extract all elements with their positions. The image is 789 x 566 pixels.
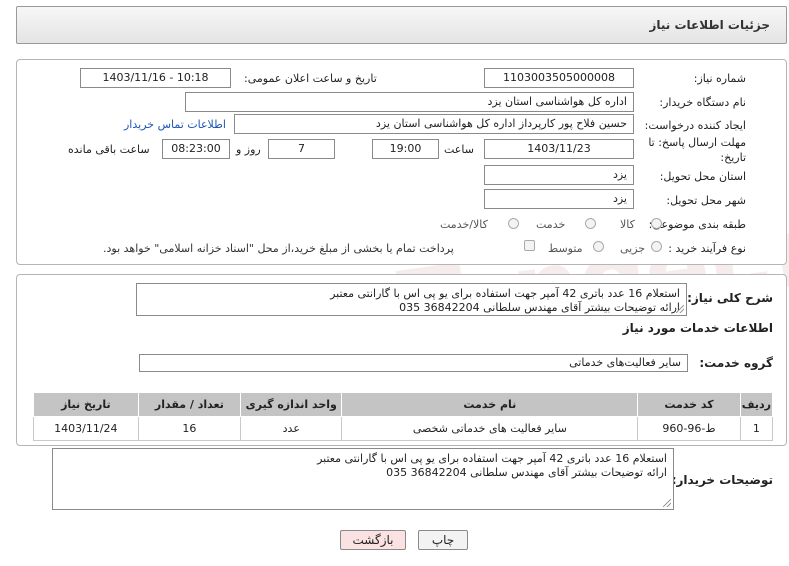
col-unit: واحد اندازه گیری — [240, 392, 343, 417]
treasury-payment-checkbox[interactable] — [524, 240, 535, 251]
print-button[interactable]: چاپ — [418, 530, 468, 550]
service-group-field: سایر فعالیت‌های خدماتی — [139, 354, 688, 372]
delivery-province-field: یزد — [484, 165, 634, 185]
cell-unit: عدد — [240, 416, 343, 441]
cell-name: سایر فعالیت های خدماتی شخصی — [341, 416, 639, 441]
buyer-notes-label: توضیحات خریدار: — [671, 473, 773, 487]
category-goods-service-label: کالا/خدمت — [440, 218, 488, 231]
col-name: نام خدمت — [341, 392, 639, 417]
deadline-time-label: ساعت — [444, 143, 474, 156]
announce-datetime-field: 1403/11/16 - 10:18 — [80, 68, 231, 88]
cell-index: 1 — [739, 416, 774, 441]
buyer-contact-link[interactable]: اطلاعات تماس خریدار — [124, 118, 226, 131]
category-goods-service-radio[interactable] — [508, 218, 519, 229]
remaining-time-label: ساعت باقی مانده — [68, 143, 150, 156]
deadline-date-field: 1403/11/23 — [484, 139, 634, 159]
category-goods-radio[interactable] — [651, 218, 662, 229]
services-table: ردیف کد خدمت نام خدمت واحد اندازه گیری ت… — [33, 392, 774, 441]
buyer-org-field: اداره کل هواشناسی استان یزد — [185, 92, 634, 112]
delivery-city-label: شهر محل تحویل: — [666, 194, 746, 207]
process-type-label: نوع فرآیند خرید : — [668, 242, 746, 255]
remaining-days-label: روز و — [236, 143, 261, 156]
buyer-org-label: نام دستگاه خریدار: — [659, 96, 746, 109]
table-row: 1 ط-96-960 سایر فعالیت های خدماتی شخصی ع… — [33, 416, 774, 441]
category-service-radio[interactable] — [585, 218, 596, 229]
cell-qty: 16 — [137, 416, 242, 441]
resize-grip-icon[interactable] — [663, 499, 671, 507]
creator-label: ایجاد کننده درخواست: — [644, 119, 746, 132]
treasury-payment-note: پرداخت تمام یا بخشی از مبلغ خرید،از محل … — [103, 242, 454, 255]
deadline-time-field: 19:00 — [372, 139, 439, 159]
summary-textarea: استعلام 16 عدد باتری 42 آمپر جهت استفاده… — [136, 283, 687, 316]
process-medium-radio[interactable] — [593, 241, 604, 252]
col-date: تاریخ نیاز — [33, 392, 139, 417]
category-service-label: خدمت — [536, 218, 566, 231]
col-qty: تعداد / مقدار — [137, 392, 242, 417]
service-group-label: گروه خدمت: — [699, 356, 773, 370]
need-info-panel — [16, 59, 787, 265]
summary-line-1: استعلام 16 عدد باتری 42 آمپر جهت استفاده… — [330, 287, 680, 300]
services-table-header: ردیف کد خدمت نام خدمت واحد اندازه گیری ت… — [33, 392, 774, 417]
announce-datetime-label: تاریخ و ساعت اعلان عمومی: — [244, 72, 377, 85]
page-header: جزئیات اطلاعات نیاز — [16, 6, 787, 44]
resize-grip-icon[interactable] — [676, 305, 684, 313]
creator-field: حسین فلاح پور کارپرداز اداره کل هواشناسی… — [234, 114, 634, 134]
col-index: ردیف — [739, 392, 774, 417]
delivery-province-label: استان محل تحویل: — [659, 170, 746, 183]
summary-line-2: ارائه توضیحات بیشتر آقای مهندس سلطانی 36… — [399, 301, 680, 314]
delivery-city-field: یزد — [484, 189, 634, 209]
deadline-date-label: تاریخ: — [720, 151, 746, 164]
buyer-notes-line-2: ارائه توضیحات بیشتر آقای مهندس سلطانی 36… — [386, 466, 667, 479]
process-medium-label: متوسط — [548, 242, 583, 255]
col-code: کد خدمت — [637, 392, 741, 417]
process-minor-radio[interactable] — [651, 241, 662, 252]
summary-label: شرح کلی نیاز: — [687, 291, 773, 305]
need-number-field: 1103003505000008 — [484, 68, 634, 88]
page-title: جزئیات اطلاعات نیاز — [649, 18, 770, 32]
cell-code: ط-96-960 — [637, 416, 741, 441]
deadline-label: مهلت ارسال پاسخ: تا — [648, 136, 746, 149]
need-number-label: شماره نیاز: — [693, 72, 746, 85]
buyer-notes-line-1: استعلام 16 عدد باتری 42 آمپر جهت استفاده… — [317, 452, 667, 465]
process-minor-label: جزیی — [620, 242, 646, 255]
category-label: طبقه بندی موضوعی: — [648, 218, 746, 231]
buyer-notes-textarea: استعلام 16 عدد باتری 42 آمپر جهت استفاده… — [52, 448, 674, 510]
services-section-title: اطلاعات خدمات مورد نیاز — [622, 321, 773, 335]
remaining-days-field: 7 — [268, 139, 335, 159]
remaining-time-field: 08:23:00 — [162, 139, 230, 159]
back-button[interactable]: بازگشت — [340, 530, 406, 550]
category-goods-label: کالا — [620, 218, 635, 231]
cell-date: 1403/11/24 — [33, 416, 139, 441]
